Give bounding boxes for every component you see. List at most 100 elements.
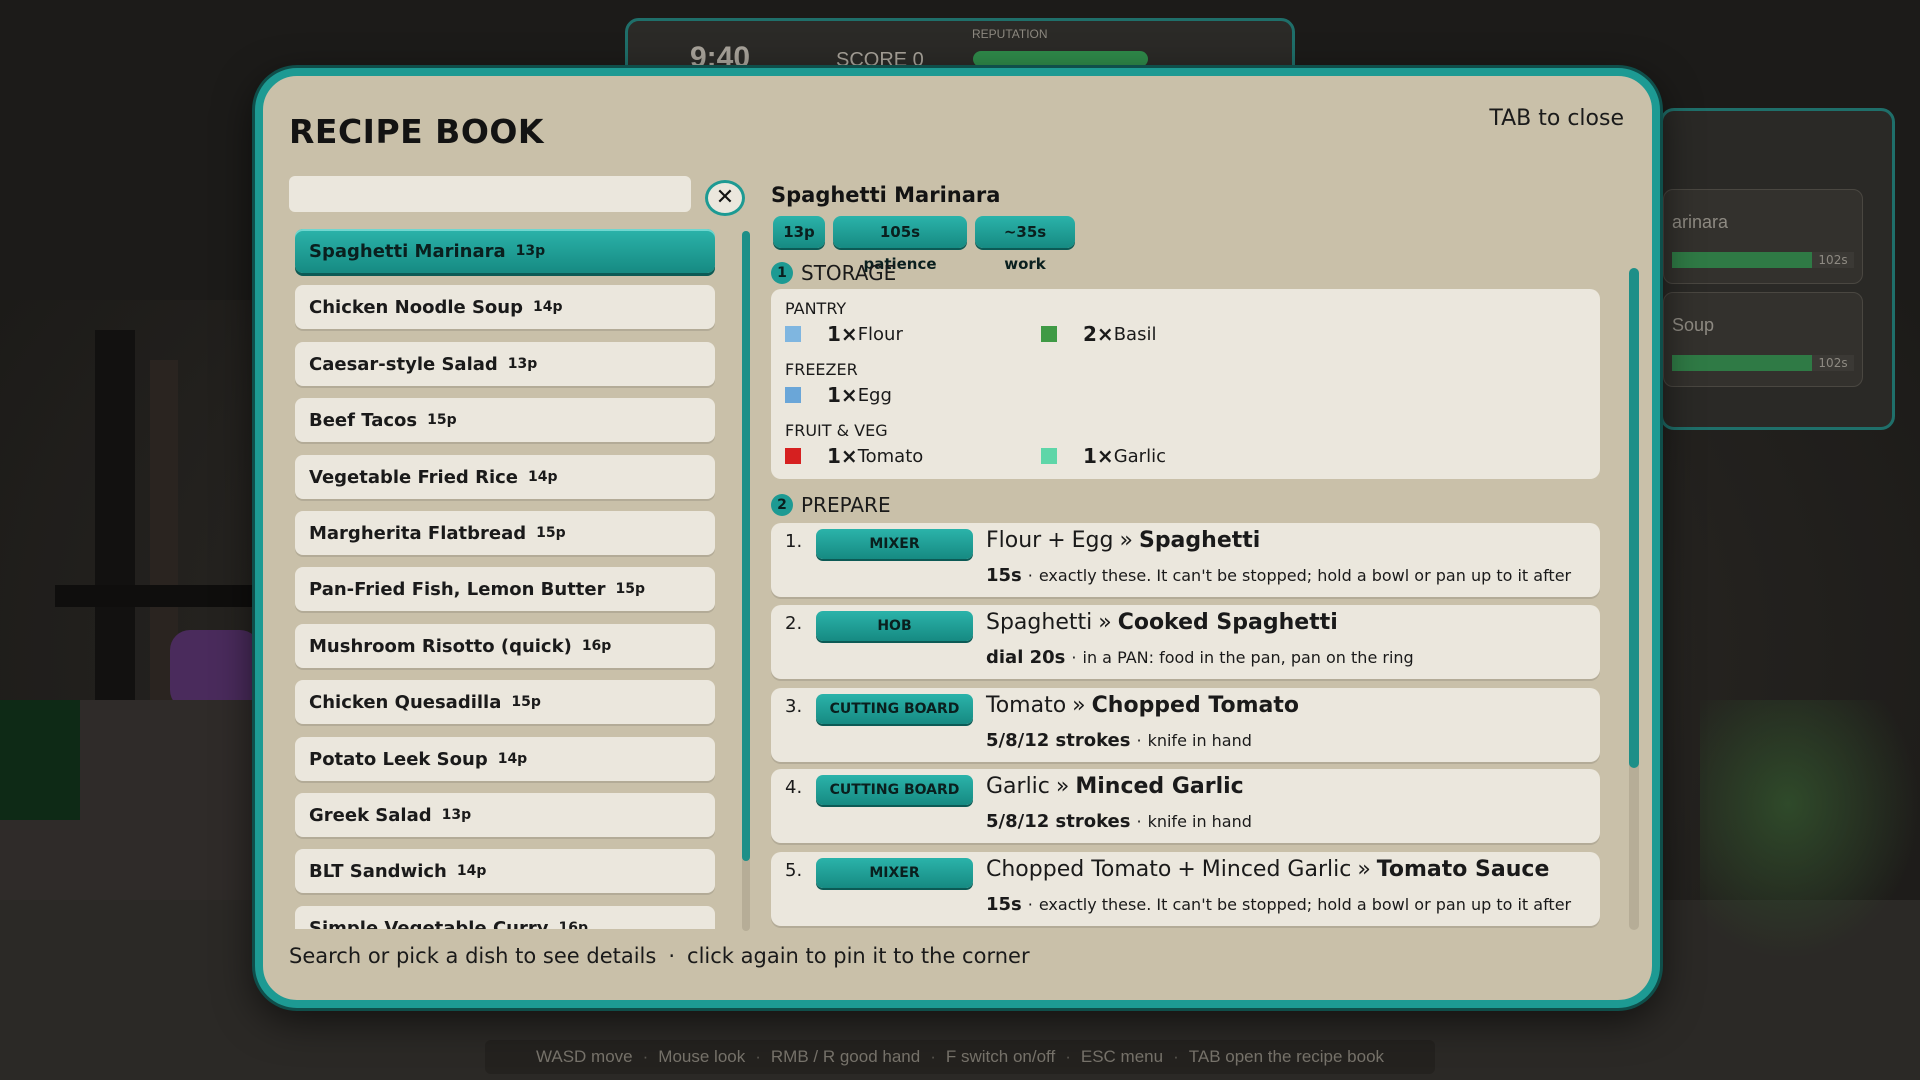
step-input: Flour — [986, 528, 1042, 553]
hud-reputation-bar — [973, 51, 1148, 67]
order-time: 102s — [1812, 252, 1854, 268]
orders-panel: arinara 102s Soup 102s — [1660, 108, 1895, 430]
ingredient-qty: 1× — [1083, 444, 1114, 468]
ingredient-name: Garlic — [1113, 445, 1166, 467]
arrow-icon: » — [1072, 693, 1086, 718]
storage-panel: PANTRY 1× Flour 2× Basil FREEZER 1× Egg FRU… — [771, 289, 1600, 479]
ingredient-swatch — [1041, 326, 1057, 342]
recipe-detail-title: Spaghetti Marinara — [771, 183, 1001, 207]
step-number: 3. — [785, 696, 803, 717]
ingredient-qty: 1× — [827, 322, 858, 346]
ingredient-tomato: 1× Tomato — [785, 444, 923, 468]
ingredient-name: Flour — [857, 323, 903, 345]
step-input: Minced Garlic — [1201, 857, 1352, 882]
step-output: Minced Garlic — [1075, 774, 1244, 799]
controls-hint-bar: WASD move · Mouse look · RMB / R good hand… — [485, 1040, 1435, 1074]
recipe-price: 14p — [497, 751, 528, 767]
ingredient-name: Tomato — [857, 445, 924, 467]
step-meta: 5/8/12 strokes · knife in hand — [986, 811, 1252, 832]
hint-menu: ESC menu — [1080, 1047, 1164, 1066]
recipe-name: Greek Salad — [309, 804, 432, 826]
step-output: Tomato Sauce — [1376, 857, 1550, 882]
step-number: 4. — [785, 777, 803, 798]
step-note: exactly these. It can't be stopped; hold… — [1038, 895, 1572, 914]
recipe-price: 15p — [615, 581, 646, 597]
recipe-item-vegetable-fried-rice[interactable]: Vegetable Fried Rice 14p — [295, 455, 715, 499]
recipe-item-pan-fried-fish[interactable]: Pan-Fried Fish, Lemon Butter 15p — [295, 567, 715, 611]
hint-hand: RMB / R good hand — [770, 1047, 921, 1066]
ingredient-flour: 1× Flour — [785, 322, 903, 346]
recipe-price: 14p — [533, 299, 563, 315]
arrow-icon: » — [1098, 610, 1112, 635]
recipe-price: 15p — [427, 412, 457, 428]
recipe-item-mushroom-risotto[interactable]: Mushroom Risotto (quick) 16p — [295, 624, 715, 668]
recipe-name: Potato Leek Soup — [309, 748, 488, 770]
order-name: arinara — [1672, 212, 1729, 232]
step-number: 2. — [785, 613, 803, 634]
recipe-search-input[interactable] — [289, 176, 691, 212]
work-time-badge: ~35s work — [975, 216, 1075, 273]
order-card: Soup 102s — [1663, 292, 1863, 387]
recipe-item-caesar-salad[interactable]: Caesar-style Salad 13p — [295, 342, 715, 386]
recipe-price: 13p — [441, 807, 472, 823]
recipe-book-modal: RECIPE BOOK TAB to close ✕ Spaghetti Mar… — [255, 68, 1660, 1008]
storage-heading-text: STORAGE — [801, 261, 897, 285]
arrow-icon: » — [1055, 774, 1070, 799]
recipe-name: BLT Sandwich — [309, 860, 447, 882]
step-input: Chopped Tomato — [986, 857, 1172, 882]
storage-group-label: FRUIT & VEG — [785, 421, 888, 440]
step-flow: Spaghetti» Cooked Spaghetti — [986, 610, 1338, 635]
step-duration: 5/8/12 strokes — [986, 730, 1131, 751]
recipe-item-simple-vegetable-curry[interactable]: Simple Vegetable Curry 16p — [295, 906, 715, 929]
recipe-item-chicken-noodle-soup[interactable]: Chicken Noodle Soup 14p — [295, 285, 715, 329]
step-flow: Flour + Egg» Spaghetti — [986, 528, 1260, 553]
recipe-item-blt-sandwich[interactable]: BLT Sandwich 14p — [295, 849, 715, 893]
scene-cushion — [170, 630, 260, 710]
recipe-item-greek-salad[interactable]: Greek Salad 13p — [295, 793, 715, 837]
ingredient-garlic: 1× Garlic — [1041, 444, 1166, 468]
ingredient-name: Egg — [857, 384, 892, 406]
order-card: arinara 102s — [1663, 189, 1863, 284]
recipe-list-scrollbar-thumb[interactable] — [742, 231, 750, 861]
recipe-name: Pan-Fried Fish, Lemon Butter — [309, 578, 606, 600]
search-clear-button[interactable]: ✕ — [705, 180, 745, 216]
ingredient-swatch — [1041, 448, 1057, 464]
recipe-list[interactable]: Spaghetti Marinara 13p Chicken Noodle Sou… — [295, 229, 725, 929]
recipe-name: Spaghetti Marinara — [309, 240, 506, 262]
footer-hint: Search or pick a dish to see details · cli… — [289, 944, 1030, 968]
footer-hint-search: Search or pick a dish to see details — [289, 944, 657, 968]
arrow-icon: » — [1357, 857, 1371, 882]
hint-look: Mouse look — [658, 1047, 746, 1066]
step-output: Cooked Spaghetti — [1117, 610, 1338, 635]
scene-shelf — [55, 585, 270, 607]
step-meta: 15s · exactly these. It can't be stopped; … — [986, 565, 1571, 586]
order-patience-bar — [1672, 355, 1812, 371]
recipe-item-chicken-quesadilla[interactable]: Chicken Quesadilla 15p — [295, 680, 715, 724]
step-note: knife in hand — [1147, 731, 1252, 750]
step-output: Chopped Tomato — [1091, 693, 1299, 718]
recipe-item-potato-leek-soup[interactable]: Potato Leek Soup 14p — [295, 737, 715, 781]
step-input: Tomato — [986, 693, 1067, 718]
separator: · — [1027, 566, 1033, 585]
recipe-price: 16p — [558, 920, 588, 929]
recipe-price: 15p — [536, 525, 566, 541]
recipe-item-margherita-flatbread[interactable]: Margherita Flatbread 15p — [295, 511, 715, 555]
recipe-name: Mushroom Risotto (quick) — [309, 635, 572, 657]
step-input: Spaghetti — [986, 610, 1093, 635]
ingredient-swatch — [785, 387, 801, 403]
step-input: Egg — [1071, 528, 1114, 553]
scene-crate — [0, 700, 80, 820]
recipe-price: 16p — [581, 638, 612, 654]
station-badge: MIXER — [816, 529, 973, 559]
step-note: in a PAN: food in the pan, pan on the ri… — [1082, 648, 1414, 667]
recipe-item-spaghetti-marinara[interactable]: Spaghetti Marinara 13p — [295, 229, 715, 273]
recipe-item-beef-tacos[interactable]: Beef Tacos 15p — [295, 398, 715, 442]
ingredient-basil: 2× Basil — [1041, 322, 1156, 346]
station-badge: CUTTING BOARD — [816, 694, 973, 724]
step-plus: + — [1047, 528, 1066, 553]
step-flow: Chopped Tomato + Minced Garlic» Tomato Sauc… — [986, 857, 1549, 882]
close-hint: TAB to close — [1489, 106, 1624, 131]
detail-scrollbar-thumb[interactable] — [1629, 268, 1639, 768]
separator: · — [1071, 648, 1077, 667]
storage-group-label: FREEZER — [785, 360, 858, 379]
